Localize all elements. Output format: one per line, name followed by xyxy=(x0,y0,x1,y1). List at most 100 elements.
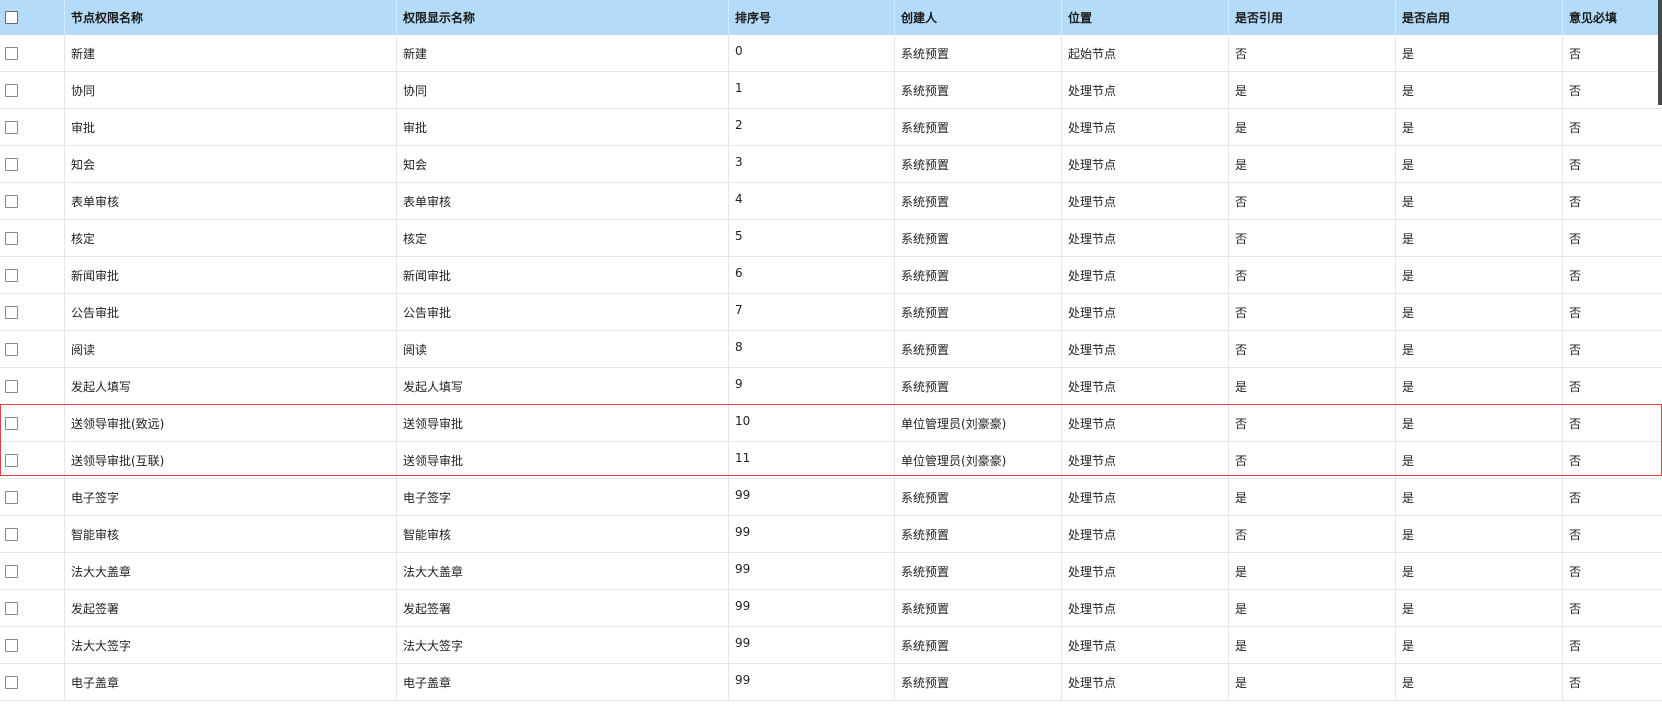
cell-sort-order: 9 xyxy=(728,368,894,404)
cell-referenced: 是 xyxy=(1228,664,1395,700)
row-checkbox[interactable] xyxy=(5,490,18,504)
cell-enabled: 是 xyxy=(1395,35,1562,71)
row-checkbox[interactable] xyxy=(5,416,18,430)
cell-display-name: 新闻审批 xyxy=(396,257,728,293)
table-row[interactable]: 电子签字 电子签字 99 系统预置 处理节点是是否 xyxy=(0,479,1662,516)
cell-referenced: 是 xyxy=(1228,109,1395,145)
cell-enabled: 是 xyxy=(1395,479,1562,515)
select-all-cell xyxy=(0,0,64,35)
cell-node-permission-name: 审批 xyxy=(64,109,396,145)
cell-referenced: 是 xyxy=(1228,590,1395,626)
row-checkbox[interactable] xyxy=(5,83,18,97)
column-header-position[interactable]: 位置 xyxy=(1061,0,1228,35)
cell-creator: 系统预置 xyxy=(894,590,1061,626)
column-header-sort-order[interactable]: 排序号 xyxy=(728,0,894,35)
row-checkbox[interactable] xyxy=(5,120,18,134)
column-header-node-permission-name[interactable]: 节点权限名称 xyxy=(64,0,396,35)
row-checkbox[interactable] xyxy=(5,564,18,578)
cell-opinion-required: 否 xyxy=(1562,368,1662,404)
column-header-enabled[interactable]: 是否启用 xyxy=(1395,0,1562,35)
table-row[interactable]: 发起人填写 发起人填写 9 系统预置 处理节点是是否 xyxy=(0,368,1662,405)
cell-enabled: 是 xyxy=(1395,109,1562,145)
table-row[interactable]: 知会 知会 3 系统预置 处理节点是是否 xyxy=(0,146,1662,183)
cell-sort-order: 99 xyxy=(728,627,894,663)
row-checkbox[interactable] xyxy=(5,268,18,282)
table-row[interactable]: 电子盖章 电子盖章 99 系统预置 处理节点是是否 xyxy=(0,664,1662,701)
row-select-cell xyxy=(0,146,64,182)
table-row[interactable]: 法大大盖章 法大大盖章 99 系统预置 处理节点是是否 xyxy=(0,553,1662,590)
scrollbar[interactable] xyxy=(1658,0,1662,105)
table-row[interactable]: 法大大签字 法大大签字 99 系统预置 处理节点是是否 xyxy=(0,627,1662,664)
column-header-referenced[interactable]: 是否引用 xyxy=(1228,0,1395,35)
cell-position: 处理节点 xyxy=(1061,220,1228,256)
cell-creator: 系统预置 xyxy=(894,257,1061,293)
cell-position: 处理节点 xyxy=(1061,627,1228,663)
table-row[interactable]: 协同 协同 1 系统预置 处理节点是是否 xyxy=(0,72,1662,109)
table-row[interactable]: 阅读 阅读 8 系统预置 处理节点否是否 xyxy=(0,331,1662,368)
cell-enabled: 是 xyxy=(1395,627,1562,663)
table-row[interactable]: 送领导审批(致远) 送领导审批 10 单位管理员(刘豪豪) 处理节点否是否 xyxy=(0,405,1662,442)
row-checkbox[interactable] xyxy=(5,46,18,60)
cell-node-permission-name: 智能审核 xyxy=(64,516,396,552)
cell-referenced: 否 xyxy=(1228,331,1395,367)
table-row[interactable]: 审批 审批 2 系统预置 处理节点是是否 xyxy=(0,109,1662,146)
cell-display-name: 知会 xyxy=(396,146,728,182)
column-header-opinion-required[interactable]: 意见必填 xyxy=(1562,0,1662,35)
cell-node-permission-name: 发起人填写 xyxy=(64,368,396,404)
row-select-cell xyxy=(0,479,64,515)
cell-opinion-required: 否 xyxy=(1562,479,1662,515)
row-select-cell xyxy=(0,368,64,404)
cell-opinion-required: 否 xyxy=(1562,72,1662,108)
cell-creator: 系统预置 xyxy=(894,368,1061,404)
column-header-display-name[interactable]: 权限显示名称 xyxy=(396,0,728,35)
cell-enabled: 是 xyxy=(1395,368,1562,404)
column-header-creator[interactable]: 创建人 xyxy=(894,0,1061,35)
cell-enabled: 是 xyxy=(1395,331,1562,367)
table-row[interactable]: 新闻审批 新闻审批 6 系统预置 处理节点否是否 xyxy=(0,257,1662,294)
row-select-cell xyxy=(0,294,64,330)
table-row[interactable]: 智能审核 智能审核 99 系统预置 处理节点否是否 xyxy=(0,516,1662,553)
cell-node-permission-name: 发起签署 xyxy=(64,590,396,626)
row-checkbox[interactable] xyxy=(5,231,18,245)
table-row[interactable]: 新建 新建 0 系统预置 起始节点否是否 xyxy=(0,35,1662,72)
cell-enabled: 是 xyxy=(1395,294,1562,330)
cell-creator: 单位管理员(刘豪豪) xyxy=(894,442,1061,478)
row-checkbox[interactable] xyxy=(5,638,18,652)
row-checkbox[interactable] xyxy=(5,379,18,393)
cell-referenced: 否 xyxy=(1228,516,1395,552)
table-header: 节点权限名称 权限显示名称 排序号 创建人 位置 是否引用 是否启用 意见必填 xyxy=(0,0,1662,35)
cell-display-name: 送领导审批 xyxy=(396,442,728,478)
row-checkbox[interactable] xyxy=(5,194,18,208)
cell-position: 处理节点 xyxy=(1061,146,1228,182)
cell-opinion-required: 否 xyxy=(1562,553,1662,589)
table-row[interactable]: 发起签署 发起签署 99 系统预置 处理节点是是否 xyxy=(0,590,1662,627)
row-checkbox[interactable] xyxy=(5,453,18,467)
cell-referenced: 是 xyxy=(1228,627,1395,663)
row-checkbox[interactable] xyxy=(5,157,18,171)
table-row[interactable]: 公告审批 公告审批 7 系统预置 处理节点否是否 xyxy=(0,294,1662,331)
row-checkbox[interactable] xyxy=(5,342,18,356)
cell-opinion-required: 否 xyxy=(1562,183,1662,219)
cell-referenced: 是 xyxy=(1228,146,1395,182)
row-select-cell xyxy=(0,220,64,256)
cell-enabled: 是 xyxy=(1395,553,1562,589)
cell-display-name: 阅读 xyxy=(396,331,728,367)
cell-node-permission-name: 新建 xyxy=(64,35,396,71)
table-row[interactable]: 送领导审批(互联) 送领导审批 11 单位管理员(刘豪豪) 处理节点否是否 xyxy=(0,442,1662,479)
select-all-checkbox[interactable] xyxy=(5,11,18,24)
row-select-cell xyxy=(0,664,64,700)
table-row[interactable]: 表单审核 表单审核 4 系统预置 处理节点否是否 xyxy=(0,183,1662,220)
cell-display-name: 新建 xyxy=(396,35,728,71)
table-row[interactable]: 核定 核定 5 系统预置 处理节点否是否 xyxy=(0,220,1662,257)
cell-position: 处理节点 xyxy=(1061,405,1228,441)
row-checkbox[interactable] xyxy=(5,675,18,689)
cell-opinion-required: 否 xyxy=(1562,664,1662,700)
row-checkbox[interactable] xyxy=(5,527,18,541)
row-checkbox[interactable] xyxy=(5,601,18,615)
row-select-cell xyxy=(0,553,64,589)
cell-opinion-required: 否 xyxy=(1562,516,1662,552)
cell-node-permission-name: 送领导审批(致远) xyxy=(64,405,396,441)
row-checkbox[interactable] xyxy=(5,305,18,319)
cell-position: 处理节点 xyxy=(1061,109,1228,145)
cell-creator: 系统预置 xyxy=(894,183,1061,219)
